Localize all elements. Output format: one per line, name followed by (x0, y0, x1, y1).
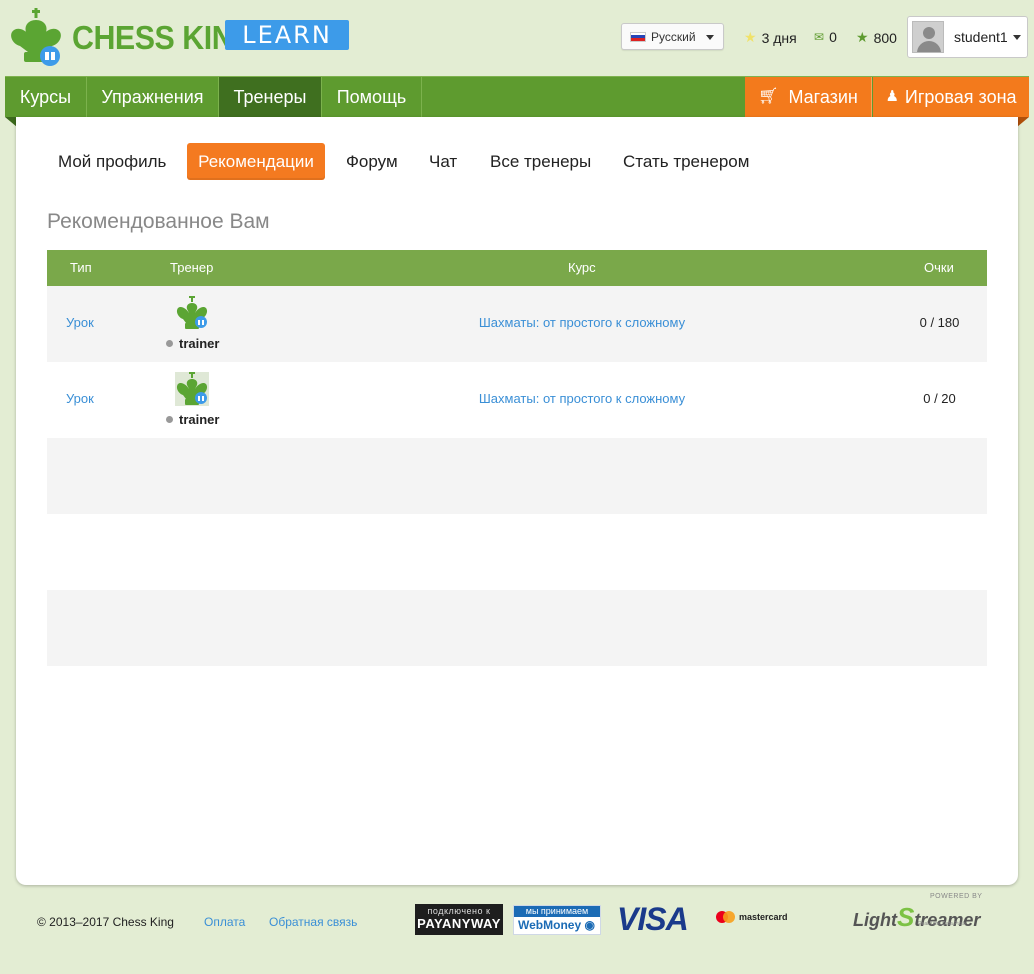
streak-days[interactable]: ★ 3 дня (744, 29, 797, 46)
messages-value: 0 (829, 29, 837, 45)
copyright: © 2013–2017 Chess King (37, 915, 174, 929)
star-icon: ★ (856, 29, 869, 45)
trainer-name[interactable]: trainer (166, 336, 219, 351)
ls-name-s: S (896, 902, 915, 932)
main-nav: Курсы Упражнения Тренеры Помощь 🛒︎ Магаз… (5, 76, 1029, 117)
language-label: Русский (651, 29, 696, 44)
mastercard-circle-orange (723, 911, 735, 923)
feedback-link[interactable]: Обратная связь (269, 915, 357, 929)
tab-recommendations[interactable]: Рекомендации (187, 143, 325, 180)
language-dropdown[interactable]: Русский (621, 23, 724, 50)
rating[interactable]: ★ 800 (856, 29, 897, 46)
mastercard-logo: mastercard (716, 911, 788, 923)
lightstreamer-logo[interactable]: LightStreamer (853, 902, 980, 933)
col-points: Очки (924, 260, 954, 275)
table-row: Урок trainer Шахматы: от простого к слож… (47, 362, 987, 438)
payanyway-label: PAYANYWAY (417, 916, 501, 931)
chevron-down-icon (706, 35, 714, 40)
course-link[interactable]: Шахматы: от простого к сложному (47, 315, 1034, 330)
streak-days-value: 3 дня (761, 29, 797, 46)
nav-item-exercises[interactable]: Упражнения (87, 77, 219, 117)
webmoney-top: мы принимаем (514, 906, 600, 917)
user-menu[interactable]: student1 (907, 16, 1028, 58)
payanyway-top: подключено к (427, 906, 491, 916)
nav-item-help[interactable]: Помощь (322, 77, 422, 117)
tab-all-trainers[interactable]: Все тренеры (490, 143, 591, 180)
status-dot (166, 416, 173, 423)
visa-logo: VISA (617, 901, 689, 937)
table-row: Урок trainer Шахматы: от простого к слож… (47, 286, 987, 362)
payment-link[interactable]: Оплата (204, 915, 245, 929)
star-outline-icon: ★ (744, 29, 757, 45)
col-type: Тип (70, 260, 92, 275)
lightstreamer-tagline: Real-Time Data Push (918, 921, 966, 927)
section-title: Рекомендованное Вам (47, 210, 270, 233)
tab-forum[interactable]: Форум (346, 143, 398, 180)
mastercard-label: mastercard (739, 912, 788, 922)
learn-badge[interactable]: LEARN (225, 20, 349, 50)
status-dot (166, 340, 173, 347)
table-row-empty (47, 438, 987, 514)
pawn-icon: ♟ (885, 88, 899, 105)
nav-play-zone[interactable]: ♟ Игровая зона (873, 77, 1029, 117)
rating-value: 800 (873, 29, 897, 46)
chevron-down-icon (1013, 35, 1021, 40)
row-points: 0 / 20 (923, 391, 956, 406)
nav-item-trainers[interactable]: Тренеры (219, 77, 322, 117)
globe-icon: ◉ (584, 918, 595, 932)
table-row-empty (47, 514, 987, 590)
webmoney-label: WebMoney (518, 918, 582, 932)
messages-count[interactable]: ✉ 0 (814, 29, 837, 45)
tab-chat[interactable]: Чат (429, 143, 457, 180)
payanyway-badge[interactable]: подключено к PAYANYWAY (415, 904, 503, 935)
col-trainer: Тренер (170, 260, 214, 275)
table-row-empty (47, 590, 987, 666)
envelope-icon: ✉ (814, 30, 825, 44)
nav-shop[interactable]: 🛒︎ Магазин (745, 77, 872, 117)
tab-become-trainer[interactable]: Стать тренером (623, 143, 749, 180)
avatar (912, 21, 944, 53)
ls-name-a: Light (853, 910, 897, 930)
nav-shop-label: Магазин (788, 87, 858, 107)
nav-item-courses[interactable]: Курсы (5, 77, 87, 117)
nav-play-zone-label: Игровая зона (904, 87, 1017, 107)
username: student1 (954, 29, 1008, 45)
header: CHESS KING LEARN Русский ★ 3 дня ✉ 0 ★ 8… (0, 0, 1034, 76)
trainer-name-label: trainer (179, 336, 220, 351)
nav-fold-right (1017, 117, 1029, 127)
cart-icon: 🛒︎ (758, 88, 779, 105)
table-header: Тип Тренер Курс Очки (47, 250, 987, 286)
trainer-name[interactable]: trainer (166, 412, 219, 427)
ls-name-b: treamer (914, 910, 981, 930)
lightstreamer-powered: POWERED BY (930, 893, 983, 900)
russia-flag-icon (630, 31, 646, 42)
course-link[interactable]: Шахматы: от простого к сложному (47, 391, 1034, 406)
row-points: 0 / 180 (919, 315, 960, 330)
col-course: Курс (568, 260, 596, 275)
king-logo-icon (11, 8, 61, 66)
webmoney-badge[interactable]: мы принимаем WebMoney ◉ (513, 905, 601, 935)
tab-my-profile[interactable]: Мой профиль (58, 143, 166, 180)
trainer-name-label: trainer (179, 412, 220, 427)
